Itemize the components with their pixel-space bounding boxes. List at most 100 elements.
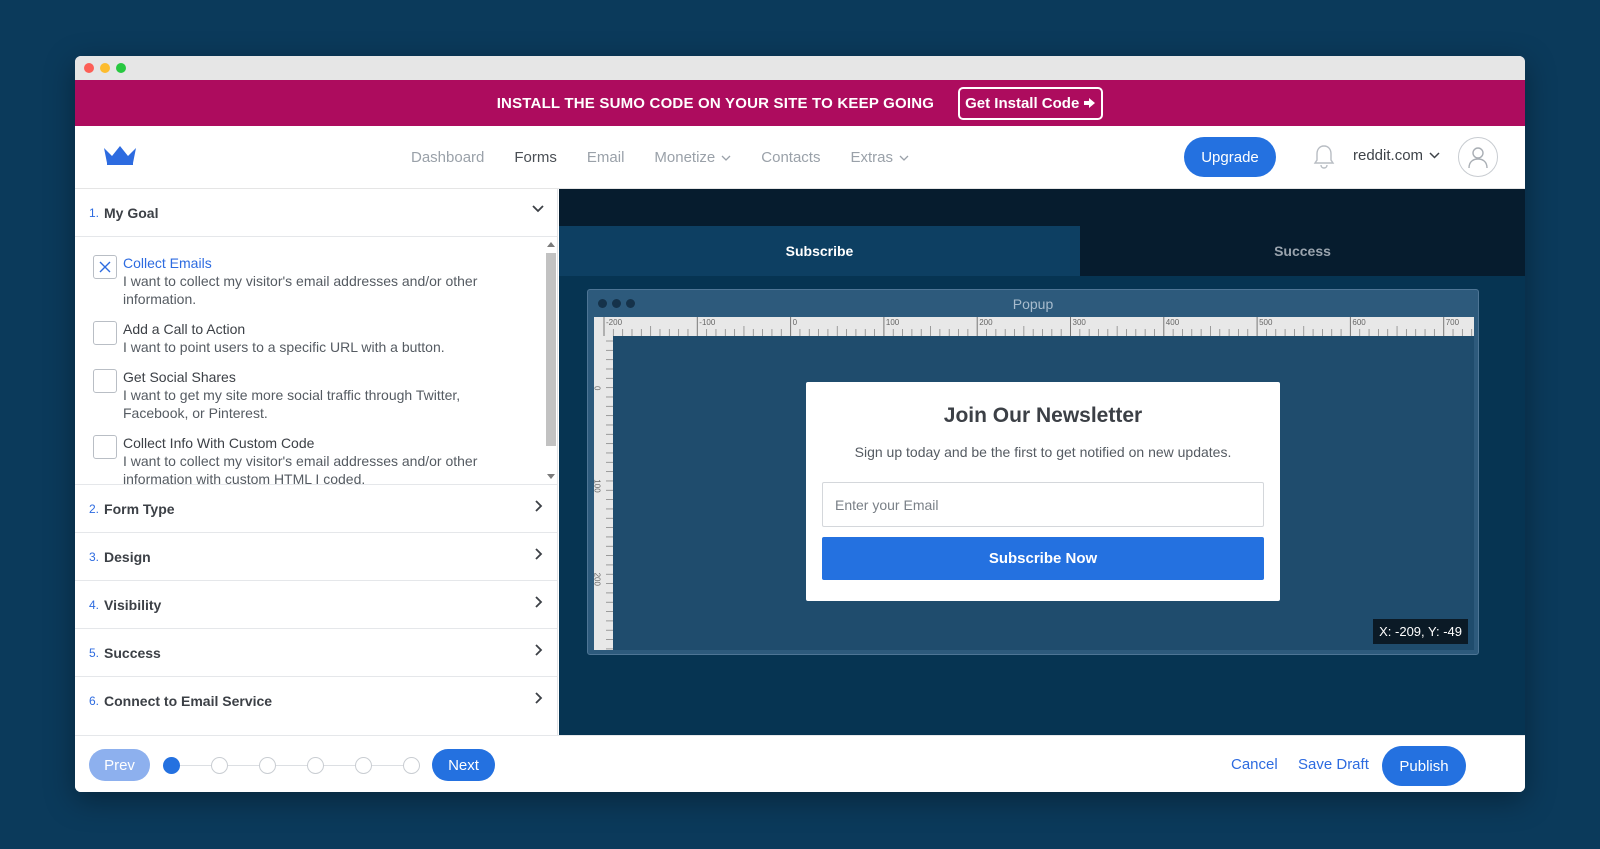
- popup-preview-frame: Popup -200 -100 0 100 200 300 400 500 600 700 0 10…: [587, 289, 1479, 655]
- chevron-right-icon: [535, 644, 543, 656]
- horizontal-ruler: -200 -100 0 100 200 300 400 500 600 700: [594, 317, 1474, 336]
- scroll-up-arrow-icon[interactable]: [547, 241, 555, 247]
- close-window-button[interactable]: [84, 63, 94, 73]
- section-design[interactable]: 3. Design: [75, 533, 557, 581]
- preview-editor: Subscribe Success Popup -200 -100 0 100 200 3…: [559, 189, 1525, 735]
- ruler-tick-label: 200: [979, 318, 993, 327]
- upgrade-button[interactable]: Upgrade: [1184, 137, 1276, 177]
- chevron-right-icon: [535, 548, 543, 560]
- tab-success[interactable]: Success: [1080, 226, 1525, 276]
- vertical-ruler: 0 100 200: [593, 336, 613, 650]
- popup-title[interactable]: Join Our Newsletter: [806, 404, 1280, 428]
- nav-forms[interactable]: Forms: [514, 149, 557, 166]
- editor-top-band: [559, 189, 1525, 226]
- section-label: Connect to Email Service: [104, 693, 273, 709]
- section-number: 1.: [89, 205, 100, 220]
- goal-title[interactable]: Collect Emails: [123, 255, 212, 271]
- chevron-down-icon: [1429, 152, 1440, 159]
- step-dot-4[interactable]: [307, 757, 324, 774]
- chevron-down-icon: [721, 155, 731, 161]
- site-selector[interactable]: reddit.com: [1353, 147, 1440, 164]
- nav-email-label: Email: [586, 149, 625, 166]
- top-nav: Dashboard Forms Email Monetize Contacts …: [75, 126, 1525, 189]
- chevron-right-icon: [535, 596, 543, 608]
- goal-title[interactable]: Add a Call to Action: [123, 321, 245, 337]
- section-my-goal[interactable]: 1. My Goal: [75, 189, 557, 237]
- chevron-down-icon: [899, 155, 909, 161]
- section-number: 5.: [89, 645, 100, 660]
- section-connect-email-service[interactable]: 6. Connect to Email Service: [75, 677, 557, 725]
- section-form-type[interactable]: 2. Form Type: [75, 485, 557, 533]
- popup-frame-bar: Popup: [588, 290, 1478, 317]
- goal-description: I want to get my site more social traffi…: [123, 387, 461, 421]
- step-dot-2[interactable]: [211, 757, 228, 774]
- ruler-tick-label: 100: [886, 318, 900, 327]
- nav-extras[interactable]: Extras: [850, 149, 909, 166]
- chevron-right-icon: [535, 692, 543, 704]
- maximize-window-button[interactable]: [116, 63, 126, 73]
- user-avatar-icon[interactable]: [1458, 137, 1498, 177]
- x-mark-icon: [99, 261, 111, 273]
- banner-text: INSTALL THE SUMO CODE ON YOUR SITE TO KE…: [496, 94, 935, 112]
- ruler-tick-label: -200: [606, 318, 623, 327]
- cancel-link[interactable]: Cancel: [1231, 756, 1278, 773]
- nav-monetize-label: Monetize: [654, 149, 716, 166]
- section-label: Success: [104, 644, 161, 661]
- nav-dashboard[interactable]: Dashboard: [411, 149, 484, 166]
- section-number: 6.: [89, 694, 100, 708]
- goal-checkbox[interactable]: [93, 435, 117, 459]
- scroll-down-arrow-icon[interactable]: [547, 474, 555, 480]
- popup-frame-label: Popup: [1012, 296, 1054, 312]
- nav-email[interactable]: Email: [587, 149, 625, 166]
- sumo-crown-logo-icon[interactable]: [103, 144, 137, 171]
- chevron-down-icon: [532, 205, 544, 213]
- scrollbar-thumb[interactable]: [546, 253, 556, 446]
- nav-links: Dashboard Forms Email Monetize Contacts …: [411, 126, 909, 189]
- tab-subscribe[interactable]: Subscribe: [559, 226, 1080, 276]
- newsletter-popup[interactable]: Join Our Newsletter Sign up today and be…: [806, 382, 1280, 601]
- save-draft-link[interactable]: Save Draft: [1298, 756, 1369, 773]
- minimize-window-button[interactable]: [100, 63, 110, 73]
- install-banner: INSTALL THE SUMO CODE ON YOUR SITE TO KE…: [75, 80, 1525, 126]
- horizontal-ruler-ticks: -200 -100 0 100 200 300 400 500 600 700: [603, 317, 1473, 336]
- banner-button-label: Get Install Code: [965, 94, 1080, 112]
- nav-contacts-label: Contacts: [761, 149, 821, 166]
- goal-checkbox[interactable]: [93, 321, 117, 345]
- step-dot-5[interactable]: [355, 757, 372, 774]
- next-button[interactable]: Next: [432, 749, 495, 781]
- popup-subtitle[interactable]: Sign up today and be the first to get no…: [806, 444, 1280, 460]
- step-dot-1[interactable]: [163, 757, 180, 774]
- goal-checkbox-checked[interactable]: [93, 255, 117, 279]
- steps-connector: [171, 765, 413, 766]
- goal-checkbox[interactable]: [93, 369, 117, 393]
- ruler-tick-label: 700: [1446, 318, 1460, 327]
- prev-button[interactable]: Prev: [89, 749, 150, 781]
- ruler-tick-label: -100: [699, 318, 716, 327]
- section-label: Visibility: [104, 596, 162, 613]
- bell-icon[interactable]: [1313, 144, 1335, 175]
- step-dot-3[interactable]: [259, 757, 276, 774]
- nav-monetize[interactable]: Monetize: [654, 149, 731, 166]
- goal-title[interactable]: Collect Info With Custom Code: [123, 435, 314, 451]
- nav-contacts[interactable]: Contacts: [761, 149, 820, 166]
- goal-list[interactable]: Collect Emails I want to collect my visi…: [75, 237, 557, 485]
- step-dot-6[interactable]: [403, 757, 420, 774]
- popup-canvas[interactable]: Join Our Newsletter Sign up today and be…: [613, 336, 1474, 650]
- goal-title[interactable]: Get Social Shares: [123, 369, 236, 385]
- section-label: Form Type: [104, 500, 175, 517]
- ruler-tick-label: 600: [1352, 318, 1366, 327]
- ruler-tick-label: 200: [594, 573, 602, 587]
- section-visibility[interactable]: 4. Visibility: [75, 581, 557, 629]
- subscribe-now-button[interactable]: Subscribe Now: [822, 537, 1264, 580]
- goal-description: I want to collect my visitor's email add…: [123, 453, 478, 485]
- goal-list-scrollbar[interactable]: [545, 239, 556, 483]
- section-number: 2.: [89, 501, 100, 516]
- section-success[interactable]: 5. Success: [75, 629, 557, 677]
- email-input[interactable]: Enter your Email: [822, 482, 1264, 527]
- publish-button[interactable]: Publish: [1382, 746, 1466, 786]
- get-install-code-button[interactable]: Get Install Code: [958, 86, 1104, 120]
- app-window: INSTALL THE SUMO CODE ON YOUR SITE TO KE…: [75, 56, 1525, 792]
- settings-sidebar: 1. My Goal Collect Emails I want to coll…: [75, 189, 558, 735]
- vertical-ruler-ticks: 0 100 200: [593, 340, 613, 650]
- ruler-tick-label: 0: [594, 386, 602, 391]
